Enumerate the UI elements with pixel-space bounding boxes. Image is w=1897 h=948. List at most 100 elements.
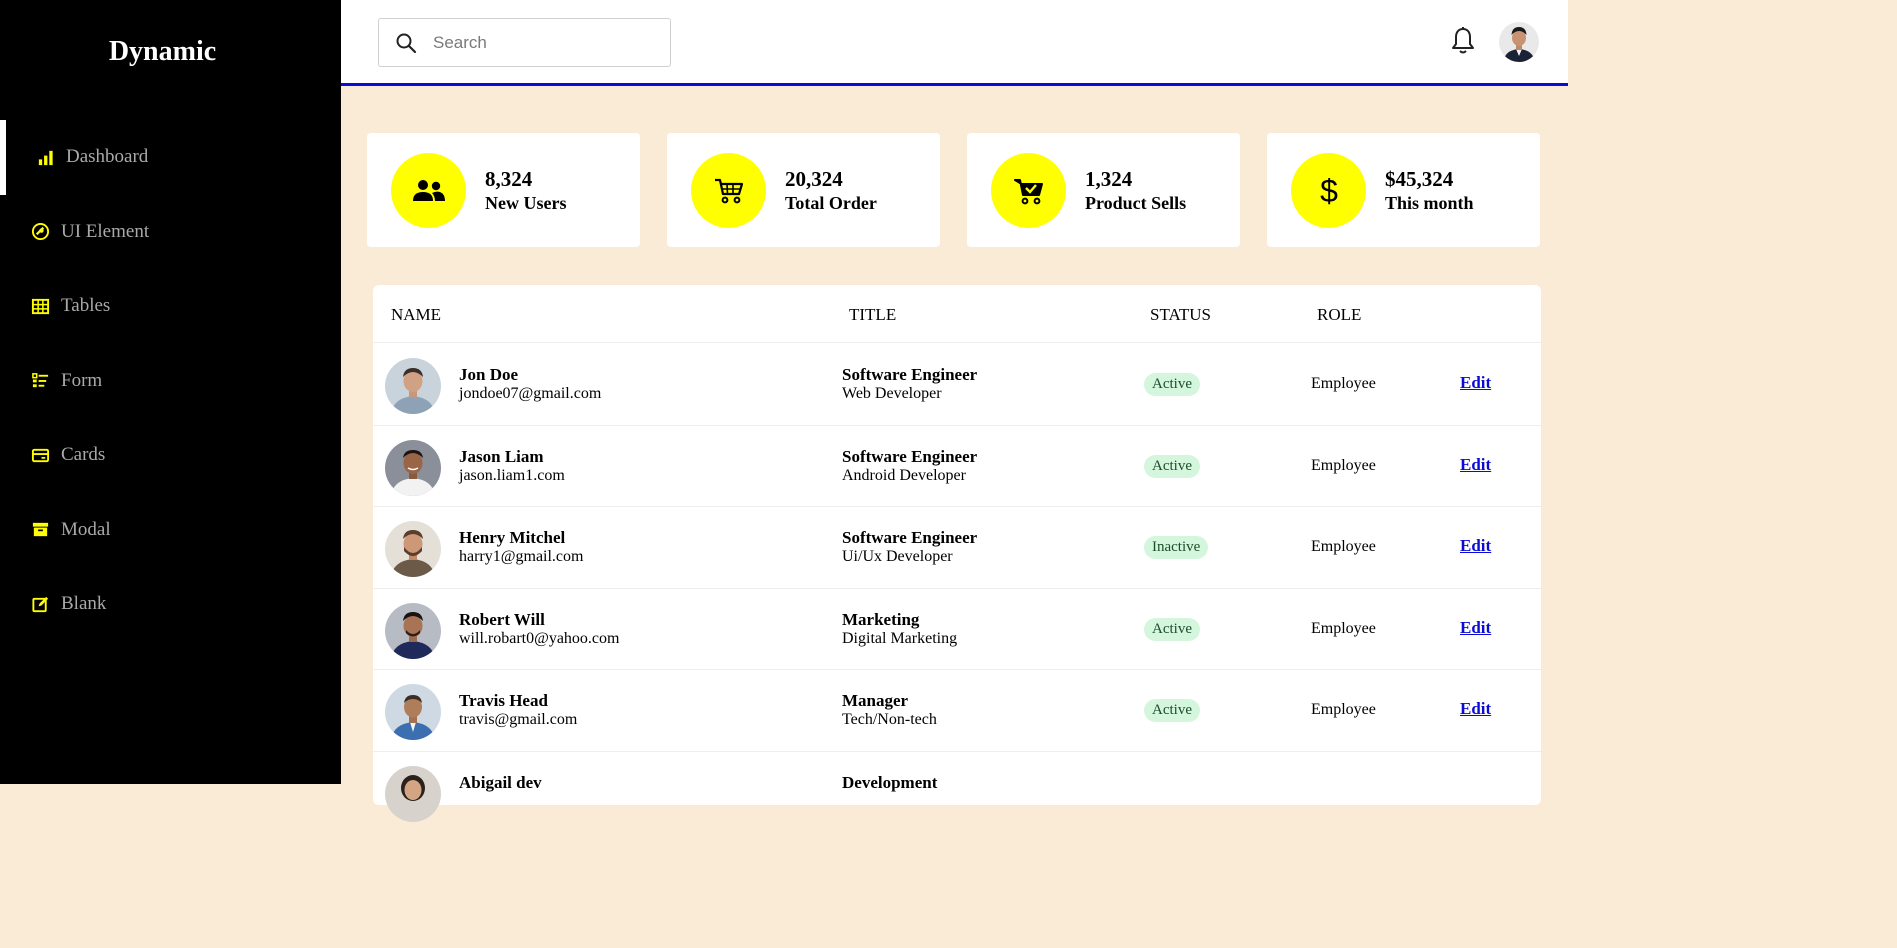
dollar-icon: $ [1291, 153, 1366, 228]
table-row: Travis Head travis@gmail.com Manager Tec… [373, 670, 1541, 752]
user-name: Henry Mitchel [459, 528, 566, 547]
sidebar-item-label: Cards [61, 444, 106, 466]
column-header-role: ROLE [1317, 305, 1362, 324]
credit-card-icon [30, 445, 50, 465]
palette-icon [30, 222, 50, 242]
status-badge: Active [1144, 373, 1200, 396]
edit-link[interactable]: Edit [1460, 618, 1491, 638]
edit-link[interactable]: Edit [1460, 373, 1491, 393]
user-name: Jason Liam [459, 446, 544, 466]
form-list-icon [30, 371, 50, 391]
job-subtitle: Tech/Non-tech [842, 711, 937, 728]
user-email: jondoe07@gmail.com [459, 385, 602, 402]
stat-label: New Users [485, 193, 567, 213]
job-title: Manager [842, 691, 909, 710]
edit-link[interactable]: Edit [1460, 455, 1491, 475]
sidebar-nav: Dashboard UI Element Tables Form Cards M… [0, 120, 341, 642]
stat-card-total-order: 20,324 Total Order [667, 133, 940, 247]
job-title: Development [842, 772, 938, 792]
user-avatar[interactable] [1499, 22, 1539, 62]
stat-value: $45,324 [1385, 167, 1454, 191]
user-role: Employee [1311, 538, 1376, 555]
sidebar-item-cards[interactable]: Cards [0, 418, 341, 493]
table-row: Abigail dev Development [373, 752, 1541, 834]
job-title: Software Engineer [842, 528, 978, 547]
svg-text:$: $ [1320, 174, 1338, 208]
user-role: Employee [1311, 456, 1376, 474]
avatar [385, 684, 441, 740]
users-table: NAME TITLE STATUS ROLE Jon Doe jondoe07@… [373, 285, 1541, 822]
bell-icon[interactable] [1449, 26, 1477, 56]
table-icon [30, 296, 50, 316]
edit-link[interactable]: Edit [1460, 536, 1491, 556]
table-header: NAME TITLE STATUS ROLE [373, 285, 1541, 343]
status-badge: Active [1144, 617, 1200, 641]
sidebar-item-tables[interactable]: Tables [0, 269, 341, 344]
stat-card-new-users: 8,324 New Users [367, 133, 640, 247]
status-badge: Inactive [1144, 536, 1209, 559]
stat-label: This month [1385, 193, 1474, 213]
sidebar-item-label: Dashboard [66, 146, 149, 168]
sidebar-item-label: Blank [61, 593, 107, 615]
archive-box-icon [30, 520, 50, 540]
user-role: Employee [1311, 375, 1376, 392]
stats-cards: 8,324 New Users 20,324 Total Order 1,324… [367, 133, 1540, 247]
sidebar-item-label: Form [61, 369, 103, 391]
sidebar: Dynamic Dashboard UI Element Tables Form [0, 0, 341, 784]
search-input[interactable] [433, 32, 653, 53]
sidebar-item-form[interactable]: Form [0, 344, 341, 419]
avatar [385, 439, 441, 496]
user-role: Employee [1311, 619, 1376, 637]
stat-card-this-month: $ $45,324 This month [1267, 133, 1540, 247]
user-email: harry1@gmail.com [459, 548, 584, 565]
search-box[interactable] [378, 18, 671, 67]
bar-chart-icon [35, 147, 55, 167]
status-badge: Active [1144, 699, 1200, 722]
user-email: will.robart0@yahoo.com [459, 629, 620, 647]
column-header-title: TITLE [849, 305, 897, 324]
brand-logo: Dynamic [108, 36, 217, 67]
stat-value: 20,324 [785, 167, 843, 191]
stat-value: 1,324 [1085, 167, 1133, 191]
job-subtitle: Ui/Ux Developer [842, 548, 953, 565]
table-row: Henry Mitchel harry1@gmail.com Software … [373, 507, 1541, 589]
sidebar-item-label: UI Element [61, 220, 150, 242]
user-email: travis@gmail.com [459, 711, 578, 728]
user-name: Abigail dev [459, 772, 542, 792]
topbar [341, 0, 1568, 86]
users-icon [391, 153, 466, 228]
user-email: jason.liam1.com [459, 466, 565, 484]
sidebar-item-modal[interactable]: Modal [0, 493, 341, 568]
edit-square-icon [30, 594, 50, 614]
avatar [385, 765, 441, 822]
stat-label: Total Order [785, 193, 877, 213]
search-icon [396, 33, 417, 53]
sidebar-item-blank[interactable]: Blank [0, 567, 341, 642]
user-name: Jon Doe [459, 365, 519, 384]
job-subtitle: Digital Marketing [842, 629, 958, 647]
user-name: Travis Head [459, 691, 548, 710]
stat-card-product-sells: 1,324 Product Sells [967, 133, 1240, 247]
job-title: Marketing [842, 609, 920, 629]
job-title: Software Engineer [842, 365, 978, 384]
cart-check-icon [991, 153, 1066, 228]
cart-icon [691, 153, 766, 228]
sidebar-item-label: Tables [61, 295, 111, 317]
sidebar-item-dashboard[interactable]: Dashboard [0, 120, 341, 195]
sidebar-item-ui-element[interactable]: UI Element [0, 195, 341, 270]
stat-value: 8,324 [485, 167, 533, 191]
sidebar-item-label: Modal [61, 518, 111, 540]
avatar [385, 358, 441, 414]
avatar [385, 602, 441, 659]
user-role: Employee [1311, 701, 1376, 718]
status-badge: Active [1144, 454, 1200, 478]
job-title: Software Engineer [842, 446, 978, 466]
edit-link[interactable]: Edit [1460, 699, 1491, 719]
stat-label: Product Sells [1085, 193, 1187, 213]
job-subtitle: Web Developer [842, 385, 942, 402]
user-name: Robert Will [459, 609, 545, 629]
column-header-status: STATUS [1150, 305, 1211, 324]
job-subtitle: Android Developer [842, 466, 966, 484]
column-header-name: NAME [391, 305, 442, 324]
table-row: Robert Will will.robart0@yahoo.com Marke… [373, 589, 1541, 670]
